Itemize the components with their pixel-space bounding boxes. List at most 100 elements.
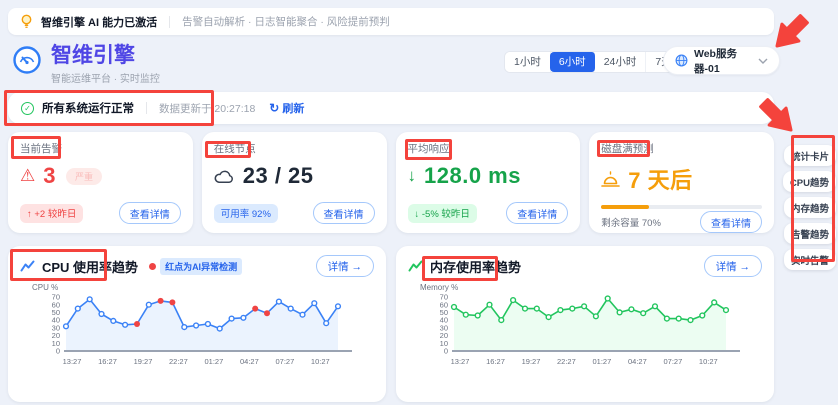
banner-subtitle: 告警自动解析 · 日志智能聚合 · 风险提前预判 [182,14,390,29]
svg-text:60: 60 [440,300,448,309]
gauge-icon [12,45,42,75]
svg-text:10:27: 10:27 [311,357,330,366]
cpu-trend-card: CPU 使用率趋势 红点为AI异常检测 详情 → CPU % 0102030405… [8,246,386,402]
ai-banner: 智维引擎 AI 能力已激活 告警自动解析 · 日志智能聚合 · 风险提前预判 [8,8,774,35]
divider [146,102,147,114]
view-details-button[interactable]: 查看详情 [700,211,762,233]
anomaly-legend-badge: 红点为AI异常检测 [160,258,242,275]
stat-label: 平均响应 [408,141,569,156]
svg-text:04:27: 04:27 [240,357,259,366]
nav-item-cpu-trend[interactable]: CPU趋势 [783,171,836,192]
nav-item-memory-trend[interactable]: 内存趋势 [784,197,836,218]
time-range-24h[interactable]: 24小时 [595,52,647,72]
nav-item-live-alerts[interactable]: 实时告警 [784,249,836,270]
divider [169,16,170,28]
svg-text:10:27: 10:27 [699,357,718,366]
globe-icon [675,54,688,67]
svg-text:20: 20 [52,331,60,340]
nodes-count: 23 / 25 [243,163,314,189]
svg-text:07:27: 07:27 [276,357,295,366]
stat-label: 在线节点 [214,141,375,156]
memory-usage-chart: Memory % 010203040506070 13:27 16:27 19:27 22… [408,281,762,382]
svg-text:40: 40 [52,316,60,325]
refresh-button[interactable]: ↻ 刷新 [269,100,304,116]
trend-badge: ↑ +2 较昨日 [20,204,83,223]
svg-text:22:27: 22:27 [557,357,576,366]
page-title: 智维引擎 [51,45,160,67]
charts-row: CPU 使用率趋势 红点为AI异常检测 详情 → CPU %0102030405… [8,246,774,402]
svg-text:CPU %: CPU % [32,283,58,292]
svg-text:04:27: 04:27 [628,357,647,366]
cpu-detail-button[interactable]: 详情 → [316,255,374,277]
svg-text:10: 10 [52,339,60,348]
stat-card-disk: 磁盘满预测 7 天后 剩余容量 70% 查看详情 [589,132,774,233]
stat-card-alerts: 当前告警 ⚠ 3 严重 ↑ +2 较昨日 查看详情 [8,132,193,233]
svg-text:19:27: 19:27 [522,357,541,366]
time-range-selector: 1小时 6小时 24小时 7天 [504,51,682,73]
stat-label: 当前告警 [20,141,181,156]
svg-text:70: 70 [52,293,60,302]
line-chart-icon [408,259,423,273]
availability-badge: 可用率 92% [214,204,278,223]
chevron-down-icon [758,58,768,64]
svg-text:13:27: 13:27 [451,357,470,366]
system-status-bar: ✓ 所有系统运行正常 数据更新于 20:27:18 ↻ 刷新 [8,92,774,124]
svg-text:70: 70 [440,293,448,302]
time-range-6h[interactable]: 6小时 [550,52,596,72]
svg-text:Memory %: Memory % [420,283,458,292]
stat-cards-row: 当前告警 ⚠ 3 严重 ↑ +2 较昨日 查看详情 在线节点 23 / 25 可… [8,132,774,233]
svg-text:19:27: 19:27 [134,357,153,366]
page-subtitle: 智能运维平台 · 实时监控 [51,70,160,85]
view-details-button[interactable]: 查看详情 [119,202,181,224]
check-circle-icon: ✓ [21,102,34,115]
disk-forecast-value: 7 天后 [628,163,692,195]
anomaly-dot-icon [149,263,156,270]
svg-text:50: 50 [52,308,60,317]
banner-title: 智维引擎 AI 能力已激活 [41,14,157,30]
svg-text:40: 40 [440,316,448,325]
svg-text:07:27: 07:27 [664,357,683,366]
memory-chart-title: 内存使用率趋势 [430,257,521,276]
alerts-count: 3 [43,163,56,189]
svg-text:50: 50 [440,308,448,317]
system-status-text: 所有系统运行正常 [42,100,134,116]
svg-text:22:27: 22:27 [169,357,188,366]
svg-text:0: 0 [444,347,448,356]
nav-item-alert-trend[interactable]: 告警趋势 [784,223,836,244]
svg-text:30: 30 [440,324,448,333]
time-range-1h[interactable]: 1小时 [505,52,551,72]
svg-text:13:27: 13:27 [63,357,82,366]
svg-text:60: 60 [52,300,60,309]
svg-text:0: 0 [56,347,60,356]
disk-usage-progressbar [601,205,762,209]
warning-triangle-icon: ⚠ [20,167,35,185]
stat-card-response: 平均响应 ↓ 128.0 ms ↓ -5% 较昨日 查看详情 [396,132,581,233]
view-details-button[interactable]: 查看详情 [313,202,375,224]
remaining-capacity-text: 剩余容量 70% [601,215,661,229]
view-details-button[interactable]: 查看详情 [506,202,568,224]
svg-text:10: 10 [440,339,448,348]
stat-label: 磁盘满预测 [601,141,762,156]
response-time-value: 128.0 ms [424,163,521,189]
last-updated-text: 数据更新于 20:27:18 [159,101,255,116]
svg-text:16:27: 16:27 [486,357,505,366]
disk-usage-progress-fill [601,205,649,209]
memory-detail-button[interactable]: 详情 → [704,255,762,277]
line-chart-icon [20,259,35,273]
server-selector-dropdown[interactable]: Web服务器-01 [663,46,780,75]
svg-text:01:27: 01:27 [593,357,612,366]
alarm-icon [601,171,620,188]
cpu-usage-chart: CPU % 010203040506070 13:27 16:27 19:27 22:27… [20,281,374,382]
nav-item-stat-cards[interactable]: 统计卡片 [784,145,836,166]
refresh-icon: ↻ [269,101,279,115]
cpu-chart-title: CPU 使用率趋势 [42,257,138,276]
app-header: 智维引擎 智能运维平台 · 实时监控 [12,45,160,85]
svg-text:16:27: 16:27 [98,357,117,366]
svg-text:30: 30 [52,324,60,333]
memory-trend-card: 内存使用率趋势 详情 → Memory % 010203040506070 13:2… [396,246,774,402]
stat-card-nodes: 在线节点 23 / 25 可用率 92% 查看详情 [202,132,387,233]
svg-text:20: 20 [440,331,448,340]
section-nav-menu: 统计卡片 CPU趋势 内存趋势 告警趋势 实时告警 [794,145,836,270]
lightbulb-icon [20,14,33,29]
trend-badge: ↓ -5% 较昨日 [408,204,477,223]
